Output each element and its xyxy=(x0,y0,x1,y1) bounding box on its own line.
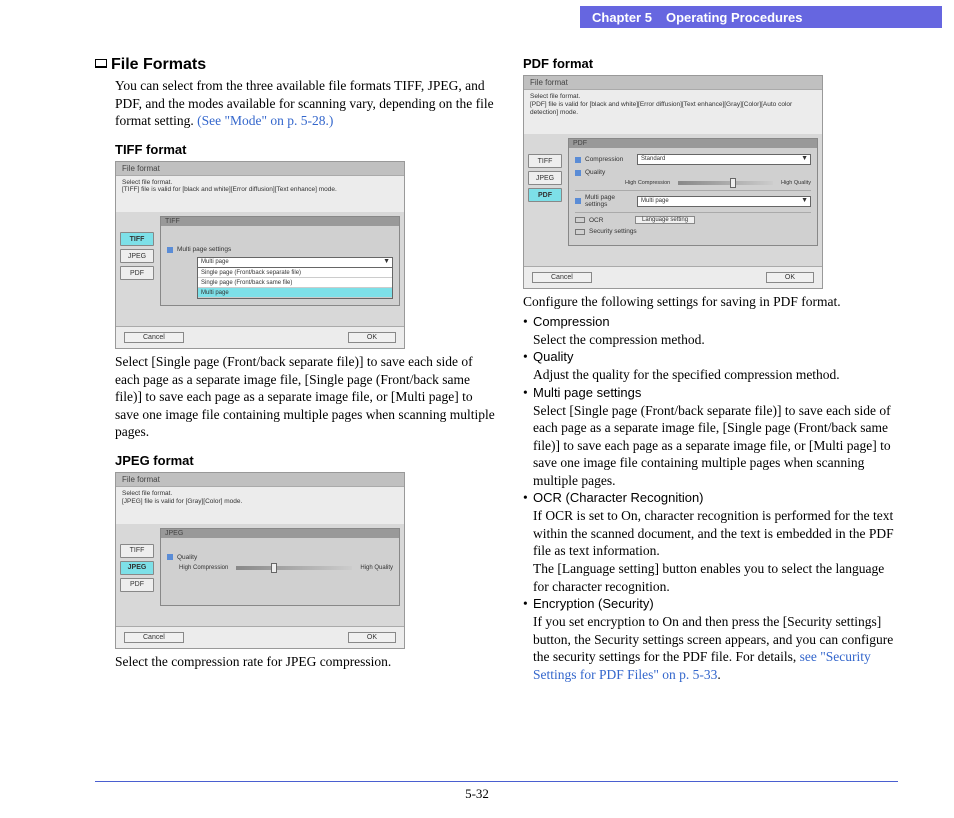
jpeg-tab-tiff[interactable]: TIFF xyxy=(120,544,154,558)
jpeg-caption: Select the compression rate for JPEG com… xyxy=(115,653,495,671)
footer-rule xyxy=(95,781,898,782)
pdf-bullet-compression-label: Compression xyxy=(533,314,610,329)
tiff-help-text: Select file format. [TIFF] file is valid… xyxy=(116,176,404,213)
tiff-multipage-dropdown[interactable]: Multi page xyxy=(197,257,393,268)
pdf-heading: PDF format xyxy=(523,56,898,71)
jpeg-quality-slider[interactable] xyxy=(236,566,352,570)
chapter-header: Chapter 5 Operating Procedures xyxy=(580,6,942,28)
tiff-tab-tiff[interactable]: TIFF xyxy=(120,232,154,246)
pdf-language-button[interactable]: Language setting xyxy=(635,216,695,224)
section-title: File Formats xyxy=(95,56,495,74)
pdf-bullet-list: •CompressionSelect the compression metho… xyxy=(523,313,898,683)
pdf-ocr-checkbox[interactable] xyxy=(575,217,585,223)
tiff-screenshot: File format Select file format. [TIFF] f… xyxy=(115,161,405,350)
tiff-cancel-button[interactable]: Cancel xyxy=(124,332,184,343)
mode-link[interactable]: (See "Mode" on p. 5-28.) xyxy=(197,113,333,128)
jpeg-heading: JPEG format xyxy=(115,453,495,468)
jpeg-screenshot: File format Select file format. [JPEG] f… xyxy=(115,472,405,649)
pdf-bullet-encryption-label: Encryption (Security) xyxy=(533,596,654,611)
pdf-bullet-ocr-label: OCR (Character Recognition) xyxy=(533,490,704,505)
tiff-option-2[interactable]: Multi page xyxy=(198,288,392,298)
pdf-caption-intro: Configure the following settings for sav… xyxy=(523,293,898,311)
pdf-security-checkbox[interactable] xyxy=(575,229,585,235)
jpeg-ok-button[interactable]: OK xyxy=(348,632,396,643)
tiff-ok-button[interactable]: OK xyxy=(348,332,396,343)
pdf-compression-dropdown[interactable]: Standard xyxy=(637,154,811,165)
jpeg-tab-pdf[interactable]: PDF xyxy=(120,578,154,592)
bullet-icon xyxy=(167,247,173,253)
section-bullet-icon xyxy=(95,59,107,68)
tiff-dialog-title: File format xyxy=(116,162,404,176)
pdf-ok-button[interactable]: OK xyxy=(766,272,814,283)
chapter-title: Operating Procedures xyxy=(666,10,803,25)
tiff-option-1[interactable]: Single page (Front/back same file) xyxy=(198,278,392,288)
section-intro: You can select from the three available … xyxy=(115,77,495,130)
pdf-multipage-dropdown[interactable]: Multi page xyxy=(637,196,811,207)
pdf-bullet-multipage-label: Multi page settings xyxy=(533,385,641,400)
tiff-dropdown-list: Single page (Front/back separate file) S… xyxy=(197,267,393,299)
pdf-tab-tiff[interactable]: TIFF xyxy=(528,154,562,168)
jpeg-dialog-title: File format xyxy=(116,473,404,487)
pdf-bullet-quality-label: Quality xyxy=(533,349,573,364)
pdf-dialog-title: File format xyxy=(524,76,822,90)
tiff-tab-pdf[interactable]: PDF xyxy=(120,266,154,280)
pdf-tab-pdf[interactable]: PDF xyxy=(528,188,562,202)
page-content: File Formats You can select from the thr… xyxy=(95,56,898,758)
pdf-screenshot: File format Select file format. [PDF] fi… xyxy=(523,75,823,289)
tiff-caption: Select [Single page (Front/back separate… xyxy=(115,353,495,441)
pdf-cancel-button[interactable]: Cancel xyxy=(532,272,592,283)
chapter-number: Chapter 5 xyxy=(592,10,652,25)
tiff-option-0[interactable]: Single page (Front/back separate file) xyxy=(198,268,392,278)
tiff-heading: TIFF format xyxy=(115,142,495,157)
jpeg-cancel-button[interactable]: Cancel xyxy=(124,632,184,643)
page-number: 5-32 xyxy=(0,786,954,802)
jpeg-tab-jpeg[interactable]: JPEG xyxy=(120,561,154,575)
pdf-tab-jpeg[interactable]: JPEG xyxy=(528,171,562,185)
bullet-icon xyxy=(167,554,173,560)
pdf-help-text: Select file format. [PDF] file is valid … xyxy=(524,90,822,134)
jpeg-help-text: Select file format. [JPEG] file is valid… xyxy=(116,487,404,524)
pdf-quality-slider[interactable] xyxy=(678,181,773,185)
tiff-tab-jpeg[interactable]: JPEG xyxy=(120,249,154,263)
